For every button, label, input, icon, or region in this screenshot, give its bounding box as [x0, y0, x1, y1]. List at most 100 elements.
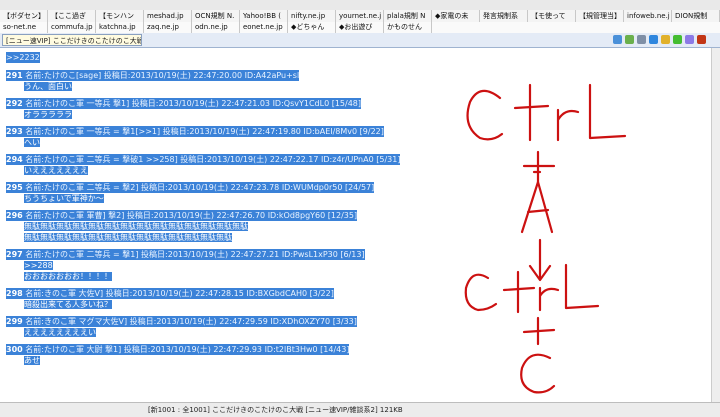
post-number[interactable]: 292: [6, 99, 23, 108]
post-number[interactable]: 296: [6, 211, 23, 220]
post-meta: 名前:きのこ軍 大佐Ⅴ] 投稿日:2013/10/19(土) 22:47:28.…: [25, 289, 334, 298]
close-icon[interactable]: [697, 35, 706, 44]
stroke-t1-h: [513, 104, 550, 110]
bookmark-item[interactable]: かものせん: [384, 22, 432, 33]
handwritten-annotation: [464, 83, 627, 394]
bookmark-item[interactable]: eonet.ne.jp: [240, 22, 288, 33]
stroke-r1: [556, 108, 580, 142]
stroke-plus2-h: [522, 328, 556, 334]
bookmark-item[interactable]: ◆どちゃん: [288, 22, 336, 33]
post-number[interactable]: 300: [6, 345, 23, 354]
post-number[interactable]: 294: [6, 155, 23, 164]
bookmark-item[interactable]: nifty.ne.jp: [288, 10, 336, 22]
status-text: [新1001 : 全1001] ここだけきのこたけのこ大戦 [ニュー速VIP/雑…: [148, 406, 403, 414]
post-meta: 名前:たけのこ軍 軍曹] 撃2] 投稿日:2013/10/19(土) 22:47…: [25, 211, 358, 220]
status-bar: [新1001 : 全1001] ここだけきのこたけのこ大戦 [ニュー速VIP/雑…: [0, 402, 720, 417]
stroke-arrow: [528, 238, 552, 282]
post-header: 293 名前:たけのこ軍 一等兵 = 撃1[>>1] 投稿日:2013/10/1…: [6, 126, 384, 137]
post-body-line: あせ: [24, 356, 40, 365]
search-icon[interactable]: [685, 35, 694, 44]
scrollbar[interactable]: [711, 48, 720, 402]
post-body-line: いえええええええ: [24, 166, 88, 175]
bookmark-item[interactable]: yournet.ne.j: [336, 10, 384, 22]
post-meta: 名前:たけのこ[sage] 投稿日:2013/10/19(土) 22:47:20…: [25, 71, 300, 80]
reload-icon[interactable]: [613, 35, 622, 44]
post[interactable]: 300 名前:たけのこ軍 大尉 撃1] 投稿日:2013/10/19(土) 22…: [6, 344, 350, 366]
post[interactable]: 298 名前:きのこ軍 大佐Ⅴ] 投稿日:2013/10/19(土) 22:47…: [6, 288, 334, 310]
post[interactable]: 295 名前:たけのこ軍 二等兵 = 撃2] 投稿日:2013/10/19(土)…: [6, 182, 375, 204]
bookmark-item[interactable]: ◆お出遊び: [336, 22, 384, 33]
settings-icon[interactable]: [661, 35, 670, 44]
post-body-line: 暗殺出来てる人多いね？: [24, 300, 112, 309]
post-header: 298 名前:きのこ軍 大佐Ⅴ] 投稿日:2013/10/19(土) 22:47…: [6, 288, 334, 299]
post-header: 296 名前:たけのこ軍 軍曹] 撃2] 投稿日:2013/10/19(土) 2…: [6, 210, 358, 221]
post[interactable]: 296 名前:たけのこ軍 軍曹] 撃2] 投稿日:2013/10/19(土) 2…: [6, 210, 358, 243]
stroke-C1: [466, 89, 504, 141]
bookmark-item[interactable]: zaq.ne.jp: [144, 22, 192, 33]
post-body-line: ちうちょいで軍神か〜: [24, 194, 104, 203]
post-body-line: ええええええええい: [24, 328, 96, 337]
bookmark-item[interactable]: meshad.jp: [144, 10, 192, 22]
bookmark-item[interactable]: OCN規制 N.: [192, 10, 240, 22]
post[interactable]: 294 名前:たけのこ軍 二等兵 = 撃破1 >>258] 投稿日:2013/1…: [6, 154, 401, 176]
bookmark-item[interactable]: plala規制 N: [384, 10, 432, 22]
post-number[interactable]: 291: [6, 71, 23, 80]
post-meta: 名前:たけのこ軍 一等兵 = 撃1[>>1] 投稿日:2013/10/19(土)…: [25, 127, 384, 136]
scroll-icon[interactable]: [649, 35, 658, 44]
bookmark-item[interactable]: infoweb.ne.j: [624, 10, 672, 22]
bookmark-item[interactable]: DION規制: [672, 10, 720, 22]
post-meta: 名前:きのこ軍 マグマ大佐Ⅴ] 投稿日:2013/10/19(土) 22:47:…: [25, 317, 357, 326]
post-number[interactable]: 298: [6, 289, 23, 298]
post-meta: 名前:たけのこ軍 大尉 撃1] 投稿日:2013/10/19(土) 22:47:…: [25, 345, 350, 354]
stroke-A: [520, 180, 554, 234]
bookmark-item[interactable]: ◆家電の未: [432, 10, 480, 22]
write-icon[interactable]: [673, 35, 682, 44]
bookmark-item[interactable]: 【モンハン: [96, 10, 144, 22]
filter-icon[interactable]: [637, 35, 646, 44]
post-number[interactable]: 297: [6, 250, 23, 259]
post-body-line: 無駄無駄無駄無駄無駄無駄無駄無駄無駄無駄無駄無駄無駄無駄: [24, 222, 248, 231]
bookmark-item[interactable]: Yahoo!BB (: [240, 10, 288, 22]
post-number[interactable]: 295: [6, 183, 23, 192]
bookmark-item[interactable]: 【規管理当】: [576, 10, 624, 22]
post[interactable]: 292 名前:たけのこ軍 一等兵 撃1] 投稿日:2013/10/19(土) 2…: [6, 98, 362, 120]
post-meta: 名前:たけのこ軍 二等兵 = 撃1] 投稿日:2013/10/19(土) 22:…: [25, 250, 365, 259]
bookmark-item[interactable]: so-net.ne: [0, 22, 48, 33]
bookmark-item[interactable]: 【モ使って: [528, 10, 576, 22]
post-body-line: おおおおおおお！！！！: [24, 272, 112, 281]
post-number[interactable]: 299: [6, 317, 23, 326]
toolbar-icons: [613, 35, 706, 44]
thread-tab-bar: [ニュー速VIP] ここだけきのこたけのこ大戦: [0, 33, 720, 48]
post-meta: >>2232: [6, 53, 40, 62]
post[interactable]: >>2232: [6, 52, 40, 63]
post-meta: 名前:たけのこ軍 一等兵 撃1] 投稿日:2013/10/19(土) 22:47…: [25, 99, 362, 108]
post[interactable]: 297 名前:たけのこ軍 二等兵 = 撃1] 投稿日:2013/10/19(土)…: [6, 249, 365, 282]
post-header: 294 名前:たけのこ軍 二等兵 = 撃破1 >>258] 投稿日:2013/1…: [6, 154, 401, 165]
stroke-r2: [538, 286, 560, 312]
post-header: 291 名前:たけのこ[sage] 投稿日:2013/10/19(土) 22:4…: [6, 70, 300, 81]
stroke-C3: [520, 353, 556, 394]
bookmark-item[interactable]: odn.ne.jp: [192, 22, 240, 33]
post-header: >>2232: [6, 52, 40, 63]
post-body-line: >>288: [24, 261, 53, 270]
bookmark-item[interactable]: katchna.jp: [96, 22, 144, 33]
post[interactable]: 291 名前:たけのこ[sage] 投稿日:2013/10/19(土) 22:4…: [6, 70, 300, 92]
stroke-L2: [564, 263, 600, 310]
post-body-line: うん、面白い: [24, 82, 72, 91]
stroke-L1: [588, 83, 627, 140]
post-meta: 名前:たけのこ軍 二等兵 = 撃2] 投稿日:2013/10/19(土) 22:…: [25, 183, 375, 192]
thread-tab[interactable]: [ニュー速VIP] ここだけきのこたけのこ大戦: [2, 34, 142, 46]
bookmark-item[interactable]: 【ボダセン】: [0, 10, 48, 22]
bookmark-item[interactable]: 【ここ過ぎ: [48, 10, 96, 22]
post-body-line: 無駄無駄無駄無駄無駄無駄無駄無駄無駄無駄無駄無駄無駄: [24, 233, 232, 242]
post-body-line: オラララララ: [24, 110, 72, 119]
post-header: 295 名前:たけのこ軍 二等兵 = 撃2] 投稿日:2013/10/19(土)…: [6, 182, 375, 193]
bookmark-item[interactable]: commufa.jp: [48, 22, 96, 33]
post-number[interactable]: 293: [6, 127, 23, 136]
post[interactable]: 293 名前:たけのこ軍 一等兵 = 撃1[>>1] 投稿日:2013/10/1…: [6, 126, 384, 148]
bookmark-icon[interactable]: [625, 35, 634, 44]
post-body-line: へい: [24, 138, 40, 147]
post[interactable]: 299 名前:きのこ軍 マグマ大佐Ⅴ] 投稿日:2013/10/19(土) 22…: [6, 316, 357, 338]
bookmark-item[interactable]: 発言規制系: [480, 10, 528, 22]
stroke-C2: [464, 273, 498, 312]
